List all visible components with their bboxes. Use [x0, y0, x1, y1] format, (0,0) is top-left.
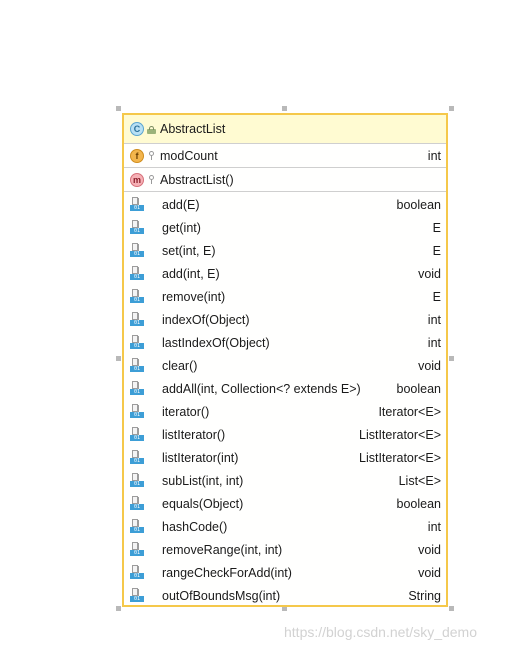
- method-return-type: int: [427, 335, 441, 350]
- watermark: https://blog.csdn.net/sky_demo: [284, 624, 477, 640]
- method-return-type: void: [418, 542, 441, 557]
- method-row[interactable]: 01 add(int, E) void: [124, 262, 446, 285]
- method-row[interactable]: 01 addAll(int, Collection<? extends E>) bo…: [124, 377, 446, 400]
- constructor-name: AbstractList(): [160, 172, 234, 187]
- method-return-type: ListIterator<E>: [359, 427, 441, 442]
- method-row[interactable]: 01 remove(int) E: [124, 285, 446, 308]
- selection-handle-top-right[interactable]: [449, 106, 454, 111]
- method-return-type: int: [427, 519, 441, 534]
- selection-handle-bottom-right[interactable]: [449, 606, 454, 611]
- method-return-type: Iterator<E>: [378, 404, 441, 419]
- method-return-type: void: [418, 266, 441, 281]
- method-return-type: E: [432, 220, 441, 235]
- abstract-method-icon: 01: [130, 197, 144, 212]
- method-name: hashCode(): [162, 519, 228, 534]
- abstract-method-icon: 01: [130, 519, 144, 534]
- selection-handle-top-center[interactable]: [282, 106, 287, 111]
- method-name: add(int, E): [162, 266, 220, 281]
- abstract-method-icon: 01: [130, 565, 144, 580]
- method-name: outOfBoundsMsg(int): [162, 588, 281, 603]
- method-return-type: boolean: [396, 381, 442, 396]
- method-return-type: String: [408, 588, 441, 603]
- method-return-type: E: [432, 243, 441, 258]
- method-name: set(int, E): [162, 243, 216, 258]
- constructor-row[interactable]: m AbstractList(): [124, 168, 446, 191]
- abstract-method-icon: 01: [130, 450, 144, 465]
- class-header[interactable]: C AbstractList: [124, 115, 446, 144]
- selection-handle-middle-left[interactable]: [116, 356, 121, 361]
- method-row[interactable]: 01 removeRange(int, int) void: [124, 538, 446, 561]
- field-row[interactable]: f modCount int: [124, 144, 446, 167]
- selection-handle-middle-right[interactable]: [449, 356, 454, 361]
- field-type: int: [427, 148, 441, 163]
- selection-handle-bottom-left[interactable]: [116, 606, 121, 611]
- method-row[interactable]: 01 add(E) boolean: [124, 193, 446, 216]
- method-row[interactable]: 01 outOfBoundsMsg(int) String: [124, 584, 446, 607]
- method-icon: m: [130, 172, 144, 187]
- class-icon: C: [130, 122, 144, 136]
- abstract-method-icon: 01: [130, 266, 144, 281]
- abstract-method-icon: 01: [130, 312, 144, 327]
- constructors-section: m AbstractList(): [124, 168, 446, 192]
- abstract-method-icon: 01: [130, 496, 144, 511]
- methods-section: 01 add(E) boolean 01 get(int) E 01 set(int, E) E…: [124, 192, 446, 607]
- method-row[interactable]: 01 listIterator() ListIterator<E>: [124, 423, 446, 446]
- method-name: remove(int): [162, 289, 226, 304]
- method-return-type: E: [432, 289, 441, 304]
- method-return-type: int: [427, 312, 441, 327]
- method-name: removeRange(int, int): [162, 542, 283, 557]
- method-row[interactable]: 01 clear() void: [124, 354, 446, 377]
- method-name: lastIndexOf(Object): [162, 335, 270, 350]
- method-return-type: void: [418, 358, 441, 373]
- method-row[interactable]: 01 hashCode() int: [124, 515, 446, 538]
- abstract-method-icon: 01: [130, 289, 144, 304]
- method-name: listIterator(): [162, 427, 226, 442]
- abstract-method-icon: 01: [130, 588, 144, 603]
- method-name: addAll(int, Collection<? extends E>): [162, 381, 361, 396]
- abstract-method-icon: 01: [130, 427, 144, 442]
- method-name: clear(): [162, 358, 198, 373]
- field-name: modCount: [160, 148, 218, 163]
- abstract-method-icon: 01: [130, 381, 144, 396]
- method-row[interactable]: 01 set(int, E) E: [124, 239, 446, 262]
- method-name: subList(int, int): [162, 473, 244, 488]
- method-return-type: void: [418, 565, 441, 580]
- method-name: listIterator(int): [162, 450, 239, 465]
- method-row[interactable]: 01 iterator() Iterator<E>: [124, 400, 446, 423]
- abstract-lock-icon: [147, 125, 156, 134]
- method-name: get(int): [162, 220, 201, 235]
- method-name: add(E): [162, 197, 200, 212]
- method-name: rangeCheckForAdd(int): [162, 565, 292, 580]
- abstract-method-icon: 01: [130, 404, 144, 419]
- fields-section: f modCount int: [124, 144, 446, 168]
- method-row[interactable]: 01 equals(Object) boolean: [124, 492, 446, 515]
- method-return-type: boolean: [396, 496, 442, 511]
- method-row[interactable]: 01 rangeCheckForAdd(int) void: [124, 561, 446, 584]
- method-row[interactable]: 01 lastIndexOf(Object) int: [124, 331, 446, 354]
- method-return-type: List<E>: [398, 473, 441, 488]
- protected-visibility-icon: [149, 175, 154, 184]
- field-icon: f: [130, 148, 144, 163]
- method-row[interactable]: 01 get(int) E: [124, 216, 446, 239]
- abstract-method-icon: 01: [130, 473, 144, 488]
- method-return-type: boolean: [396, 197, 442, 212]
- method-name: iterator(): [162, 404, 210, 419]
- method-name: indexOf(Object): [162, 312, 250, 327]
- method-row[interactable]: 01 subList(int, int) List<E>: [124, 469, 446, 492]
- method-name: equals(Object): [162, 496, 244, 511]
- uml-class-box[interactable]: C AbstractList f modCount int m Abstract…: [122, 113, 448, 607]
- abstract-method-icon: 01: [130, 542, 144, 557]
- protected-visibility-icon: [149, 151, 154, 160]
- method-row[interactable]: 01 listIterator(int) ListIterator<E>: [124, 446, 446, 469]
- abstract-method-icon: 01: [130, 243, 144, 258]
- method-return-type: ListIterator<E>: [359, 450, 441, 465]
- abstract-method-icon: 01: [130, 335, 144, 350]
- selection-handle-top-left[interactable]: [116, 106, 121, 111]
- method-row[interactable]: 01 indexOf(Object) int: [124, 308, 446, 331]
- abstract-method-icon: 01: [130, 220, 144, 235]
- abstract-method-icon: 01: [130, 358, 144, 373]
- class-name: AbstractList: [160, 122, 226, 136]
